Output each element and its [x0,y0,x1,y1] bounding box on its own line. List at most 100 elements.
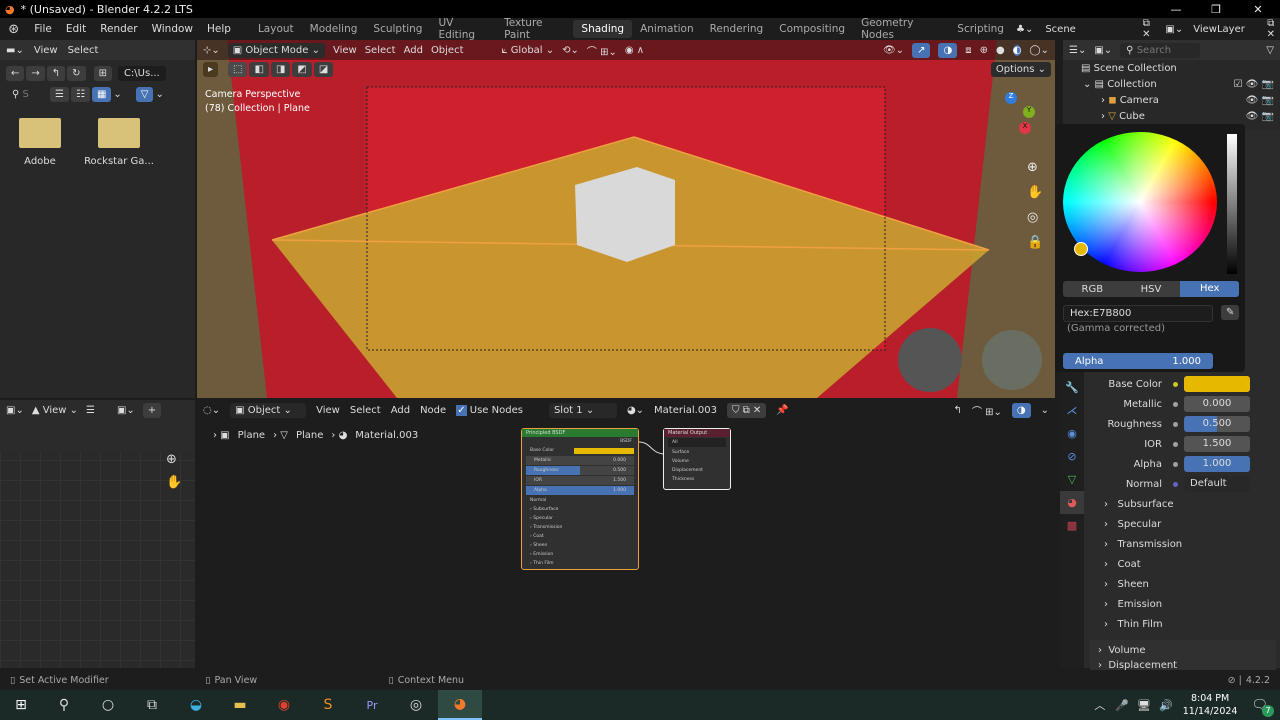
particles-tab-icon[interactable]: ⋌ [1060,399,1084,422]
texture-tab-icon[interactable]: ▩ [1060,514,1084,537]
tray-overflow-icon[interactable]: ︿ [1094,697,1105,713]
select-mode-subtract-icon[interactable]: ◨ [270,62,291,77]
file-explorer-icon[interactable]: ▬ [218,697,262,713]
material-browse-icon[interactable]: ◕⌄ [627,405,644,416]
subpanel-thin-film[interactable]: › Thin Film [1090,614,1276,634]
gizmo-x[interactable]: X [1019,122,1031,134]
subpanel-subsurface[interactable]: › Subsurface [1090,494,1276,514]
obs-icon[interactable]: ◎ [394,697,438,713]
panel-volume[interactable]: › Volume [1090,640,1276,660]
outliner-item-collection[interactable]: ⌄ ▤ Collection ☑ 👁 📷 [1063,76,1280,92]
pin-icon[interactable]: 📌 [776,405,788,416]
outliner-filter-icon[interactable]: ▽ [1266,45,1274,56]
display-dropdown-icon[interactable]: ⌄ [113,89,121,100]
snap-icon[interactable]: ⌒ ⊞⌄ [587,43,617,58]
tab-shading[interactable]: Shading [573,20,633,38]
zoom-icon[interactable]: ⊕ [1027,155,1043,180]
node-row-metallic[interactable]: Metallic 0.000 [526,456,634,465]
ior-field[interactable]: 1.500 [1184,436,1250,452]
use-nodes-checkbox[interactable]: ✓ Use Nodes [456,404,523,416]
viewport-menu-object[interactable]: Object [431,45,464,56]
shading-solid-icon[interactable]: ● [996,45,1005,56]
file-menu-view[interactable]: View [34,45,58,56]
subpanel-transmission[interactable]: › Transmission [1090,534,1276,554]
node-row-ior[interactable]: IOR 1.500 [526,476,634,485]
file-search-input[interactable]: ⚲ S [6,87,40,102]
xray-icon[interactable]: ⧈ [965,45,971,56]
filter-icon[interactable]: ▽ [135,87,154,102]
file-menu-select[interactable]: Select [68,45,99,56]
tab-compositing[interactable]: Compositing [771,20,853,38]
material-output-node[interactable]: Material Output All Surface Volume Displ… [663,428,731,490]
roughness-field[interactable]: 0.500 [1184,416,1250,432]
tool-select-icon[interactable]: ▸ [203,62,219,77]
outliner-editor-icon[interactable]: ☰⌄ [1069,45,1086,56]
tab-animation[interactable]: Animation [632,20,702,38]
folder-editor-icon[interactable]: ▬⌄ [6,45,24,56]
chrome-icon[interactable]: ◉ [262,697,306,713]
panel-displacement[interactable]: › Displacement [1090,660,1276,670]
restore-button[interactable]: ❐ [1196,3,1236,16]
view-layer-field[interactable]: ViewLayer [1187,21,1256,37]
display-mode-icon[interactable]: ▣⌄ [1094,45,1112,56]
node-row-alpha[interactable]: Alpha 1.000 [526,486,634,495]
new-folder-icon[interactable]: ⊞ [93,66,112,81]
editor-type-icon[interactable]: ⊹⌄ [203,45,220,56]
shading-rendered-icon[interactable]: ◯⌄ [1029,45,1049,56]
gizmo-y[interactable]: Y [1023,106,1035,118]
cortana-icon[interactable]: ○ [86,697,130,713]
pivot-icon[interactable]: ⟲⌄ [562,45,579,56]
mode-dropdown[interactable]: ▣ Object Mode ⌄ [227,42,325,58]
snap-icon[interactable]: ⌒ ⊞⌄ [972,403,1002,418]
minimize-button[interactable]: — [1156,3,1196,16]
notifications-icon[interactable]: 🗨 7 [1251,698,1274,717]
color-cursor[interactable] [1074,242,1088,256]
subpanel-emission[interactable]: › Emission [1090,594,1276,614]
overlay-dropdown-icon[interactable]: ⌄ [1041,405,1049,416]
select-mode-invert-icon[interactable]: ◩ [292,62,312,77]
overlay-toggle-icon[interactable]: ◑ [938,42,958,58]
outliner-item-camera[interactable]: › ◼ Camera 👁 📷 [1063,92,1280,108]
subpanel-coat[interactable]: › Coat [1090,554,1276,574]
expand-icon[interactable]: ⌄ ▤ [1083,79,1107,90]
menu-help[interactable]: Help [200,23,238,35]
blender-menu-icon[interactable]: ⊛ [0,22,27,37]
edge-icon[interactable]: ◒ [174,697,218,713]
task-view-icon[interactable]: ⧉ [130,697,174,713]
normal-field[interactable]: Default [1184,476,1250,492]
visibility-icon[interactable]: 👁⌄ [883,45,904,56]
forward-icon[interactable]: → [26,66,45,81]
alpha-slider[interactable]: Alpha 1.000 [1063,353,1213,369]
search-icon[interactable]: ⚲ [42,697,86,713]
gizmo-toggle-icon[interactable]: ↗ [912,42,931,58]
outliner-item-scene-collection[interactable]: ▤ Scene Collection [1063,60,1280,76]
zoom-icon[interactable]: ⊕ [166,452,177,467]
view-layer-icon[interactable]: ▣⌄ [1165,24,1183,35]
premiere-icon[interactable]: Pr [350,699,394,712]
node-panel-subsurface[interactable]: › Subsurface [522,505,638,514]
image-browse-icon[interactable]: ▣⌄ [117,405,135,416]
refresh-icon[interactable]: ↻ [67,66,86,81]
tab-scripting[interactable]: Scripting [949,20,1012,38]
tab-sculpting[interactable]: Sculpting [365,20,430,38]
shading-wireframe-icon[interactable]: ⊕ [980,45,988,56]
close-button[interactable]: ✕ [1236,3,1280,16]
node-editor[interactable]: ◌⌄ ▣ Object ⌄ View Select Add Node ✓ Use… [197,400,1055,668]
metallic-field[interactable]: 0.000 [1184,396,1250,412]
menu-file[interactable]: File [27,23,59,35]
volume-icon[interactable]: 🔊 [1159,699,1173,712]
physics-tab-icon[interactable]: ◉ [1060,422,1084,445]
node-panel-transmission[interactable]: › Transmission [522,523,638,532]
hex-input[interactable]: Hex:E7B800 [1063,305,1213,322]
back-icon[interactable]: ← [6,66,25,81]
gizmo-z[interactable]: Z [1005,92,1017,104]
sublime-icon[interactable]: S [306,697,350,713]
node-editor-type-icon[interactable]: ◌⌄ [203,405,220,416]
visibility-toggles[interactable]: 👁 📷 [1246,95,1280,106]
hamburger-menu-icon[interactable]: ☰ [86,405,95,416]
new-image-icon[interactable]: + [142,402,162,418]
new-scene-icon[interactable]: ⧉ ✕ [1137,18,1155,40]
camera-view-icon[interactable]: ◎ [1027,205,1043,230]
start-icon[interactable]: ⊞ [0,697,42,713]
node-panel-coat[interactable]: › Coat [522,532,638,541]
